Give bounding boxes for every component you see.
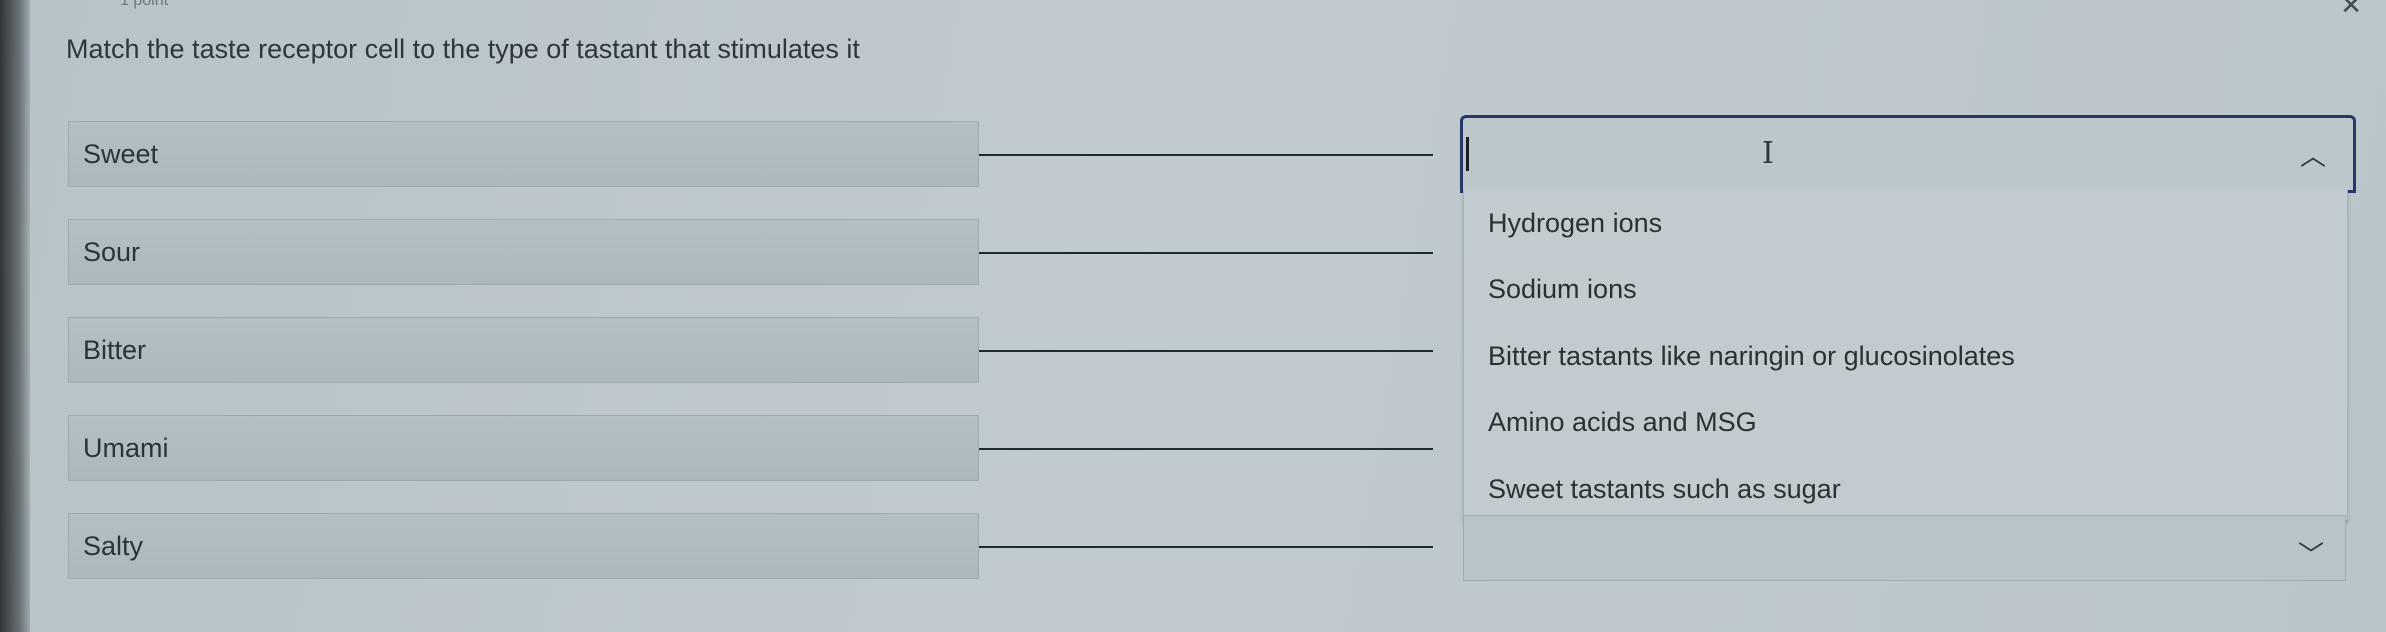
option-sweet-tastants[interactable]: Sweet tastants such as sugar (1488, 474, 1841, 505)
connector-line (979, 350, 1433, 352)
option-hydrogen-ions[interactable]: Hydrogen ions (1488, 208, 1662, 239)
term-label: Sour (83, 236, 141, 267)
chevron-down-icon[interactable]: ﹀ (2298, 535, 2324, 572)
connector-line (979, 546, 1433, 548)
option-amino-acids[interactable]: Amino acids and MSG (1488, 407, 1757, 438)
term-sweet: Sweet (68, 121, 979, 187)
term-sour: Sour (68, 219, 979, 285)
question-text: Match the taste receptor cell to the typ… (66, 34, 860, 64)
answer-dropdown-salty[interactable] (1463, 515, 2346, 581)
points-label: 1 point (120, 0, 169, 9)
option-bitter-tastants[interactable]: Bitter tastants like naringin or glucosi… (1488, 341, 2015, 372)
term-label: Umami (83, 432, 169, 463)
connector-line (979, 448, 1433, 450)
chevron-up-icon[interactable]: ︿ (2300, 136, 2326, 173)
text-cursor-icon: I (1762, 136, 1774, 171)
term-label: Sweet (83, 138, 159, 169)
text-caret (1466, 137, 1469, 171)
term-salty: Salty (68, 513, 979, 579)
term-bitter: Bitter (68, 317, 979, 383)
option-sodium-ions[interactable]: Sodium ions (1488, 274, 1637, 305)
term-umami: Umami (68, 415, 979, 481)
connector-line (979, 154, 1433, 156)
term-label: Bitter (83, 334, 147, 365)
connector-line (979, 252, 1433, 254)
term-label: Salty (83, 530, 144, 561)
close-icon[interactable]: ✕ (2340, 0, 2362, 21)
answer-dropdown-sweet[interactable] (1460, 115, 2356, 193)
